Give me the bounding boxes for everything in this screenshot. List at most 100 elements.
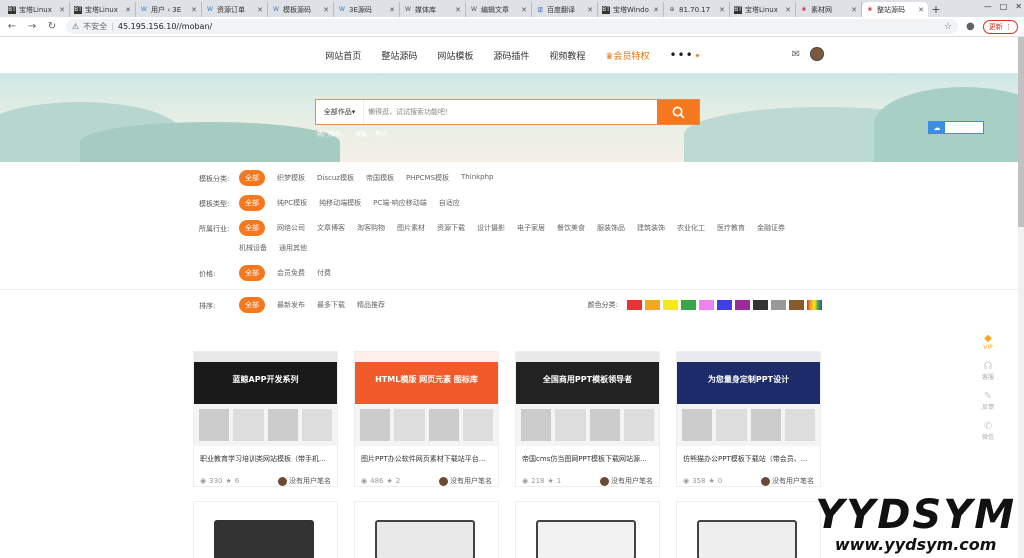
filter-option[interactable]: 电子家居: [517, 220, 545, 236]
browser-tab[interactable]: W 编辑文章 ✕: [466, 2, 532, 17]
filter-option[interactable]: 全部: [239, 265, 265, 281]
reload-icon[interactable]: ↻: [46, 21, 58, 32]
nav-item-vip[interactable]: ♛会员特权: [605, 49, 649, 62]
browser-tab[interactable]: W 模板源码 ✕: [268, 2, 334, 17]
color-swatch[interactable]: [735, 300, 750, 310]
filter-option[interactable]: 付费: [317, 265, 331, 281]
color-swatch[interactable]: [753, 300, 768, 310]
card-title[interactable]: 职业教育学习培训类网站模板（带手机...: [194, 446, 337, 464]
color-swatch[interactable]: [663, 300, 678, 310]
hot-item[interactable]: 模板: [355, 129, 367, 138]
tab-close-icon[interactable]: ✕: [257, 6, 263, 14]
card-thumbnail[interactable]: 蓝鲸APP开发系列: [194, 352, 337, 446]
tab-close-icon[interactable]: ✕: [389, 6, 395, 14]
card-title[interactable]: 仿熊猫办公PPT模板下载站（带会员、...: [677, 446, 820, 464]
filter-option[interactable]: 最新发布: [277, 297, 305, 313]
filter-option[interactable]: 淘客购物: [357, 220, 385, 236]
color-swatch[interactable]: [645, 300, 660, 310]
bookmark-star-icon[interactable]: ☆: [944, 22, 952, 32]
filter-option[interactable]: 建筑装饰: [637, 220, 665, 236]
color-swatch[interactable]: [681, 300, 696, 310]
color-swatch[interactable]: [717, 300, 732, 310]
update-button[interactable]: 更新 ⋮: [982, 19, 1018, 34]
filter-option[interactable]: 最多下载: [317, 297, 345, 313]
template-card[interactable]: [193, 501, 338, 558]
filter-option[interactable]: 餐饮美食: [557, 220, 585, 236]
tab-close-icon[interactable]: ✕: [587, 6, 593, 14]
new-tab-button[interactable]: +: [928, 2, 944, 17]
tab-close-icon[interactable]: ✕: [323, 6, 329, 14]
filter-option[interactable]: 资源下载: [437, 220, 465, 236]
card-author[interactable]: 没有用户笔名: [761, 476, 814, 486]
tab-close-icon[interactable]: ✕: [191, 6, 197, 14]
filter-option[interactable]: 全部: [239, 170, 265, 186]
filter-option[interactable]: 织梦模板: [277, 170, 305, 186]
filter-option[interactable]: 服装饰品: [597, 220, 625, 236]
nav-item-plugins[interactable]: 源码插件: [493, 49, 529, 62]
cloud-widget[interactable]: ☁: [928, 121, 984, 134]
card-thumbnail[interactable]: HTML模版 网页元素 图标库: [355, 352, 498, 446]
template-card[interactable]: 全国商用PPT模板领导者 帝国cms仿当图网PPT模板下载网站源... ◉ 218 ★ 1…: [515, 351, 660, 487]
tab-close-icon[interactable]: ✕: [851, 6, 857, 14]
side-wechat[interactable]: ✆ 微信: [982, 421, 994, 441]
filter-option[interactable]: 全部: [239, 195, 265, 211]
tab-close-icon[interactable]: ✕: [521, 6, 527, 14]
profile-icon[interactable]: ●: [966, 21, 975, 32]
user-avatar[interactable]: [810, 47, 824, 61]
nav-item-templates[interactable]: 网站模板: [437, 49, 473, 62]
tab-close-icon[interactable]: ✕: [653, 6, 659, 14]
filter-option[interactable]: 全部: [239, 297, 265, 313]
filter-option[interactable]: 自适应: [439, 195, 460, 211]
filter-option[interactable]: 通用其他: [279, 240, 307, 256]
filter-option[interactable]: Thinkphp: [461, 170, 493, 186]
tab-close-icon[interactable]: ✕: [785, 6, 791, 14]
browser-tab[interactable]: ❀ 素材网 ✕: [796, 2, 862, 17]
nav-item-home[interactable]: 网站首页: [325, 49, 361, 62]
hot-item[interactable]: 素材: [375, 129, 387, 138]
card-title[interactable]: 帝国cms仿当图网PPT模板下载网站源...: [516, 446, 659, 464]
color-swatch[interactable]: [771, 300, 786, 310]
filter-option[interactable]: 帝国模板: [366, 170, 394, 186]
nav-item-site-source[interactable]: 整站源码: [381, 49, 417, 62]
browser-tab[interactable]: 译百度翻译 ✕: [532, 2, 598, 17]
filter-option[interactable]: 机械设备: [239, 240, 267, 256]
color-swatch[interactable]: [627, 300, 642, 310]
filter-option[interactable]: 会员免费: [277, 265, 305, 281]
window-controls[interactable]: — □ ✕: [984, 0, 1022, 12]
filter-option[interactable]: 全部: [239, 220, 265, 236]
search-category-select[interactable]: 全部作品 ▾: [316, 100, 364, 124]
side-service[interactable]: ☊ 客服: [982, 361, 994, 381]
color-swatch[interactable]: [699, 300, 714, 310]
tab-close-icon[interactable]: ✕: [719, 6, 725, 14]
minimize-icon[interactable]: —: [984, 2, 992, 11]
filter-option[interactable]: 金融证券: [757, 220, 785, 236]
forward-icon[interactable]: →: [26, 21, 38, 32]
filter-option[interactable]: 图片素材: [397, 220, 425, 236]
address-bar[interactable]: ⚠ 不安全 | 45.195.156.10//moban/ ☆: [66, 19, 959, 34]
search-button[interactable]: [657, 100, 699, 124]
card-author[interactable]: 没有用户笔名: [600, 476, 653, 486]
filter-option[interactable]: PC端-响应移动端: [373, 195, 427, 211]
filter-option[interactable]: 纯PC模板: [277, 195, 307, 211]
tab-close-icon[interactable]: ✕: [125, 6, 131, 14]
card-author[interactable]: 没有用户笔名: [439, 476, 492, 486]
browser-tab[interactable]: W 媒体库 ✕: [400, 2, 466, 17]
filter-option[interactable]: 网络公司: [277, 220, 305, 236]
tab-close-icon[interactable]: ✕: [455, 6, 461, 14]
side-feedback[interactable]: ✎ 反馈: [982, 391, 994, 411]
template-card[interactable]: [515, 501, 660, 558]
close-icon[interactable]: ✕: [1015, 2, 1022, 11]
url-text[interactable]: 45.195.156.10//moban/: [118, 22, 212, 31]
template-card[interactable]: 蓝鲸APP开发系列 职业教育学习培训类网站模板（带手机... ◉ 330 ★ 6 没有用户笔…: [193, 351, 338, 487]
card-thumbnail[interactable]: 全国商用PPT模板领导者: [516, 352, 659, 446]
nav-item-videos[interactable]: 视频教程: [549, 49, 585, 62]
filter-option[interactable]: 设计摄影: [477, 220, 505, 236]
browser-tab[interactable]: BT 宝塔Windo ✕: [598, 2, 664, 17]
browser-tab[interactable]: W 资源订单 ✕: [202, 2, 268, 17]
filter-option[interactable]: 文章博客: [317, 220, 345, 236]
scrollbar[interactable]: [1018, 37, 1024, 558]
side-vip[interactable]: ◆ VIP: [983, 333, 993, 351]
filter-option[interactable]: 医疗教育: [717, 220, 745, 236]
browser-tab[interactable]: W 用户 ‹ 3E ✕: [136, 2, 202, 17]
filter-option[interactable]: 农业化工: [677, 220, 705, 236]
